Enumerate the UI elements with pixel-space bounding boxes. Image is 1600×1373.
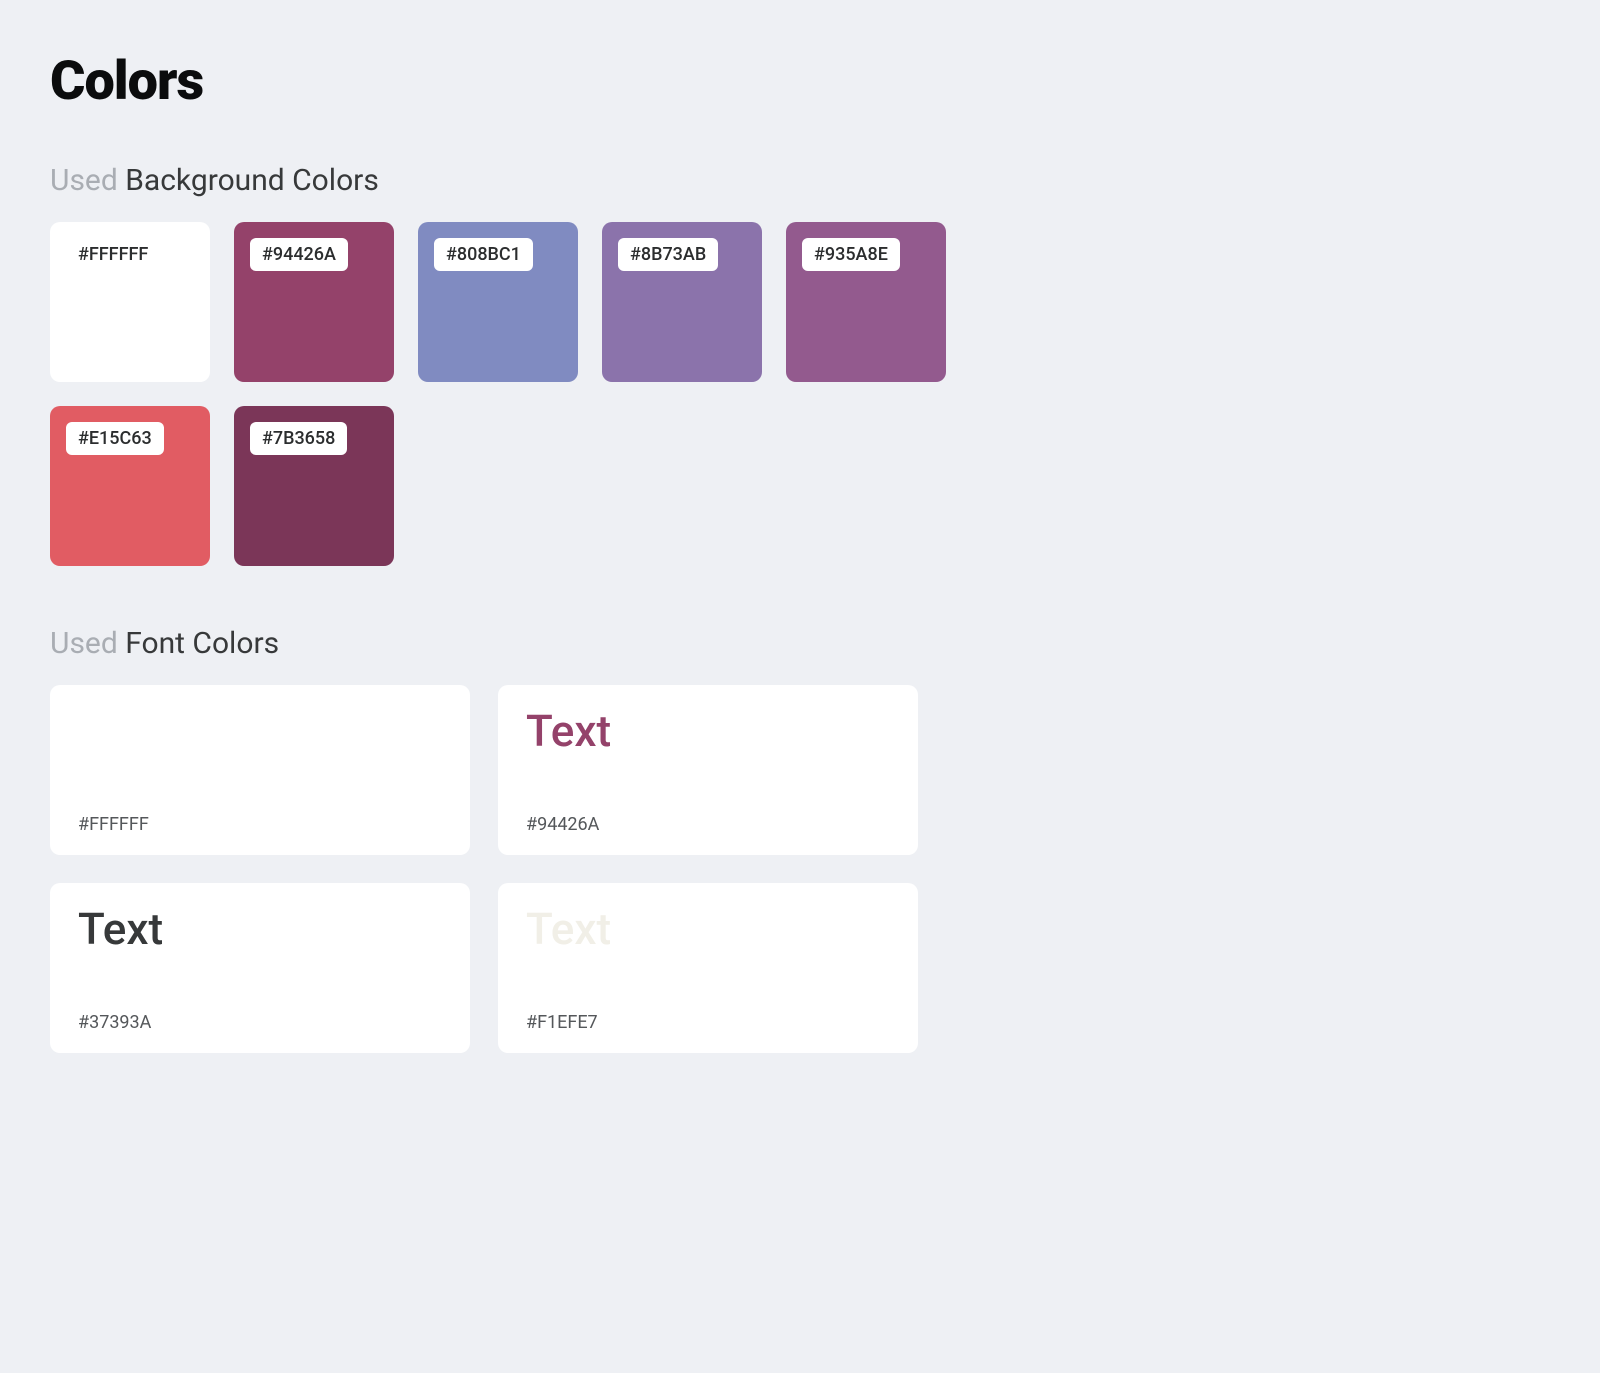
bg-swatch: #935A8E [786,222,946,382]
font-swatch: Text #94426A [498,685,918,855]
bg-swatch: #7B3658 [234,406,394,566]
font-swatch-code: #37393A [78,1012,442,1033]
bg-swatch: #94426A [234,222,394,382]
font-swatch-code: #FFFFFF [78,814,442,835]
bg-swatch-label: #FFFFFF [66,238,160,271]
bg-swatch: #808BC1 [418,222,578,382]
page-title: Colors [50,50,1550,113]
bg-swatch: #FFFFFF [50,222,210,382]
font-swatch: Text #FFFFFF [50,685,470,855]
bg-swatch-label: #8B73AB [618,238,718,271]
bg-swatch-label: #94426A [250,238,348,271]
font-swatch-sample: Text [526,709,890,753]
bg-swatch-label: #7B3658 [250,422,347,455]
section-title-background: Used Background Colors [50,163,1550,198]
font-swatch-sample: Text [78,709,442,753]
bg-swatch-label: #935A8E [802,238,900,271]
font-swatch-sample: Text [78,907,442,951]
bg-swatch-label: #E15C63 [66,422,164,455]
font-swatch-sample: Text [526,907,890,951]
bg-swatch: #8B73AB [602,222,762,382]
font-swatch-code: #94426A [526,814,890,835]
section-label: Background Colors [125,163,379,198]
section-prefix: Used [50,163,118,198]
font-swatch-code: #F1EFE7 [526,1012,890,1033]
bg-swatch: #E15C63 [50,406,210,566]
font-swatch: Text #37393A [50,883,470,1053]
font-swatch: Text #F1EFE7 [498,883,918,1053]
bg-swatch-label: #808BC1 [434,238,533,271]
section-label: Font Colors [125,626,279,661]
font-swatch-grid: Text #FFFFFF Text #94426A Text #37393A T… [50,685,970,1053]
section-prefix: Used [50,626,118,661]
background-swatch-grid: #FFFFFF #94426A #808BC1 #8B73AB #935A8E … [50,222,1050,566]
section-title-font: Used Font Colors [50,626,1550,661]
